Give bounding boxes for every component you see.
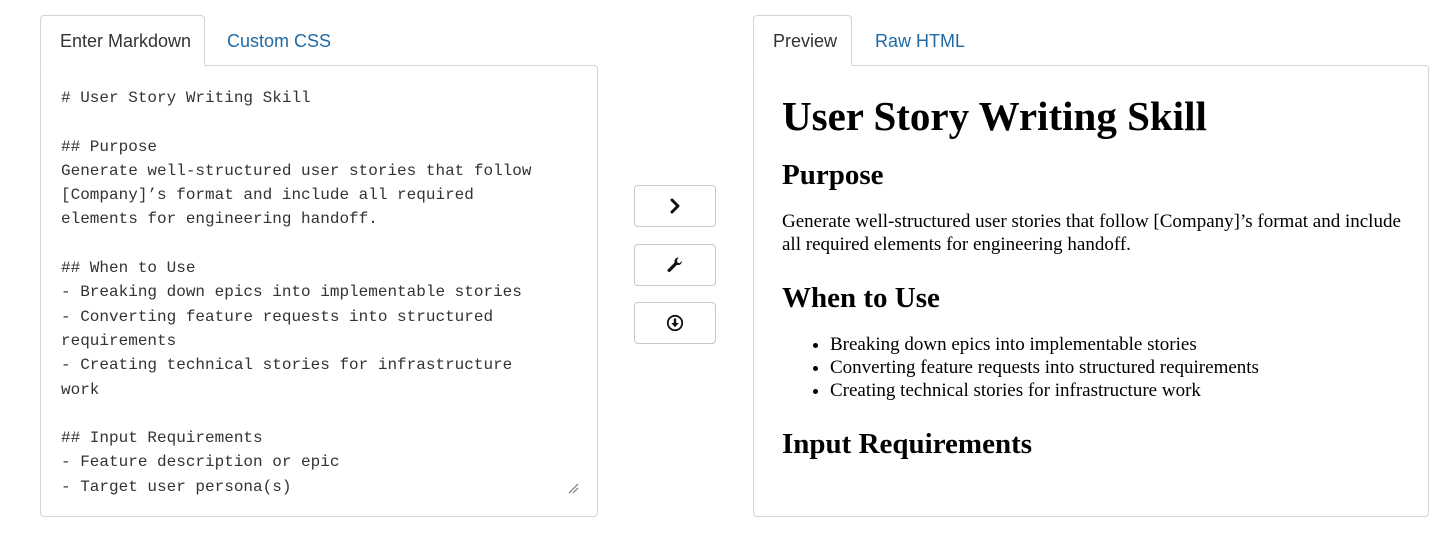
download-icon — [666, 314, 684, 332]
markdown-input[interactable]: # User Story Writing Skill ## Purpose Ge… — [61, 86, 583, 496]
convert-button[interactable] — [634, 185, 716, 227]
tools-button[interactable] — [634, 244, 716, 286]
preview-when-list: Breaking down epics into implementable s… — [830, 333, 1402, 402]
preview-heading-input-requirements: Input Requirements — [782, 428, 1033, 460]
preview-panel: User Story Writing Skill Purpose Generat… — [753, 65, 1429, 517]
tab-preview[interactable]: Preview — [753, 15, 852, 66]
rendered-preview: User Story Writing Skill Purpose Generat… — [782, 90, 1402, 479]
preview-title: User Story Writing Skill — [782, 93, 1207, 139]
preview-heading-purpose: Purpose — [782, 159, 884, 191]
preview-purpose-text: Generate well-structured user stories th… — [782, 211, 1401, 255]
tab-custom-css[interactable]: Custom CSS — [207, 15, 351, 66]
list-item: Breaking down epics into implementable s… — [830, 333, 1402, 356]
wrench-icon — [667, 257, 683, 272]
download-button[interactable] — [634, 302, 716, 344]
markdown-editor-panel: # User Story Writing Skill ## Purpose Ge… — [40, 65, 598, 517]
list-item: Converting feature requests into structu… — [830, 356, 1402, 379]
resize-handle-icon[interactable] — [567, 482, 579, 494]
preview-heading-when-to-use: When to Use — [782, 282, 940, 314]
chevron-right-icon — [670, 198, 680, 214]
tab-enter-markdown[interactable]: Enter Markdown — [40, 15, 205, 66]
tab-raw-html[interactable]: Raw HTML — [855, 15, 985, 66]
list-item: Creating technical stories for infrastru… — [830, 379, 1402, 402]
